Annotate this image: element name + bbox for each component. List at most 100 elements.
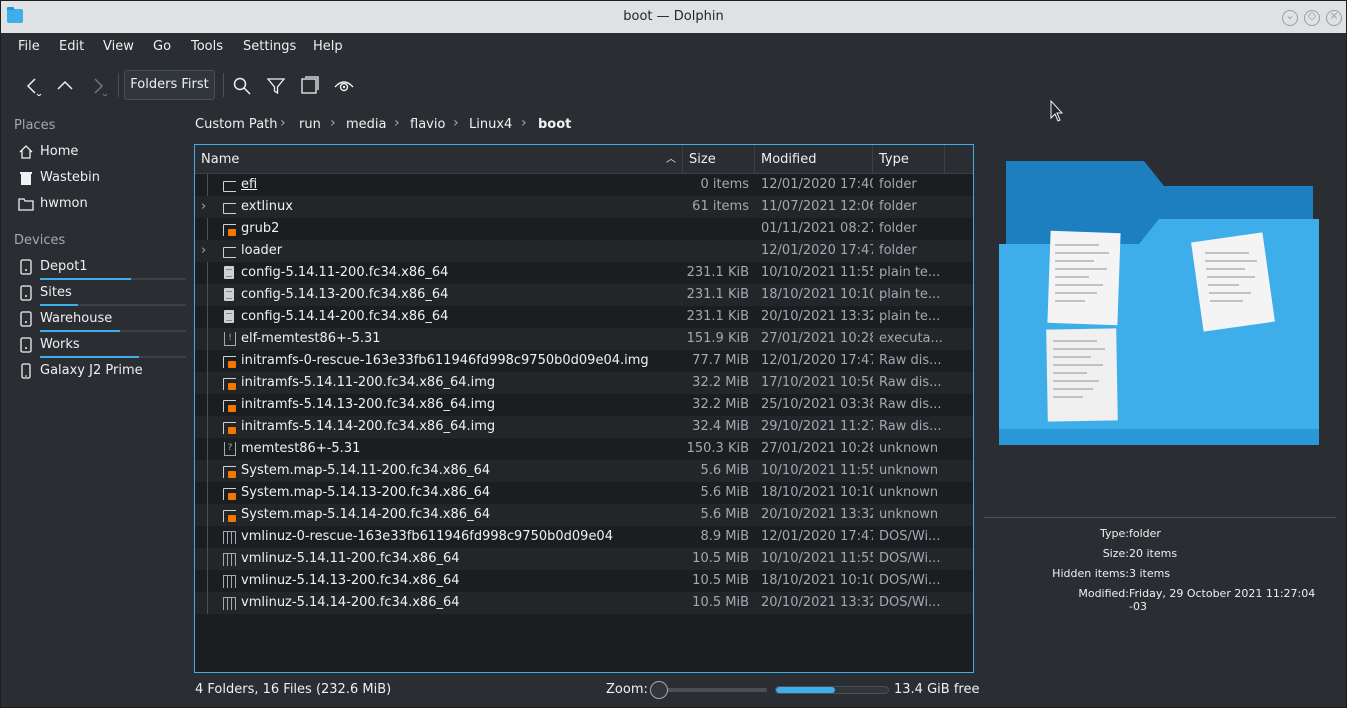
- up-button[interactable]: [54, 75, 76, 97]
- crumb-boot[interactable]: boot: [538, 117, 571, 132]
- close-icon: ×: [1329, 9, 1339, 22]
- file-row[interactable]: config-5.14.13-200.fc34.x86_64 231.1 KiB 1…: [195, 284, 973, 306]
- file-modified: 12/01/2020 17:47: [761, 353, 873, 368]
- file-size: 61 items: [692, 199, 749, 214]
- file-row[interactable]: memtest86+-5.31 150.3 KiB 27/01/2021 10:28…: [195, 438, 973, 460]
- file-row[interactable]: grub2 01/11/2021 08:27 folder: [195, 218, 973, 240]
- maximize-button[interactable]: ◇: [1304, 9, 1320, 26]
- minimize-button[interactable]: ⌄: [1282, 9, 1298, 26]
- crumb-linux4[interactable]: Linux4: [469, 117, 512, 132]
- close-button[interactable]: ×: [1326, 9, 1342, 26]
- file-name: extlinux: [241, 199, 293, 214]
- capacity-bar: [40, 356, 139, 358]
- place-home[interactable]: Home: [11, 141, 186, 165]
- file-row[interactable]: System.map-5.14.11-200.fc34.x86_64 5.6 Mi…: [195, 460, 973, 482]
- file-name: config-5.14.11-200.fc34.x86_64: [241, 265, 449, 280]
- device-sites[interactable]: Sites: [11, 282, 186, 306]
- tree-line: [207, 328, 208, 350]
- place-hwmon[interactable]: hwmon: [11, 193, 186, 217]
- file-row[interactable]: System.map-5.14.13-200.fc34.x86_64 5.6 Mi…: [195, 482, 973, 504]
- file-row[interactable]: initramfs-5.14.11-200.fc34.x86_64.img 32.…: [195, 372, 973, 394]
- expand-chevron-icon[interactable]: ›: [201, 199, 213, 214]
- file-row[interactable]: vmlinuz-5.14.13-200.fc34.x86_64 10.5 MiB 1…: [195, 570, 973, 592]
- file-type: executa...: [879, 331, 943, 346]
- menu-edit[interactable]: Edit: [59, 39, 84, 54]
- file-size: 150.3 KiB: [686, 441, 749, 456]
- filter-button[interactable]: [265, 75, 287, 97]
- device-label: Depot1: [40, 259, 88, 274]
- file-modified: 20/10/2021 13:32: [761, 507, 873, 522]
- forward-button[interactable]: [87, 75, 109, 97]
- menu-help[interactable]: Help: [313, 39, 343, 54]
- file-row[interactable]: initramfs-5.14.13-200.fc34.x86_64.img 32.…: [195, 394, 973, 416]
- chevron-right-icon: ›: [453, 115, 459, 131]
- menu-tools[interactable]: Tools: [191, 39, 223, 54]
- file-type: plain te...: [879, 309, 941, 324]
- column-size-header[interactable]: Size: [683, 145, 755, 174]
- file-row[interactable]: initramfs-5.14.14-200.fc34.x86_64.img 32.…: [195, 416, 973, 438]
- device-galaxy-j2-prime[interactable]: Galaxy J2 Prime: [11, 360, 186, 384]
- tree-line: [207, 548, 208, 570]
- file-type: DOS/Wi...: [879, 551, 941, 566]
- file-modified: 20/10/2021 13:32: [761, 309, 873, 324]
- window-title: boot — Dolphin: [623, 9, 724, 24]
- dolphin-window: boot — Dolphin ⌄ ◇ × File Edit View Go T…: [0, 0, 1347, 708]
- file-row[interactable]: System.map-5.14.14-200.fc34.x86_64 5.6 Mi…: [195, 504, 973, 526]
- info-modified-value: Friday, 29 October 2021 11:27:04 -03: [1129, 587, 1316, 613]
- file-size: 5.6 MiB: [700, 463, 749, 478]
- locked-file-icon: [222, 222, 236, 236]
- file-row[interactable]: initramfs-0-rescue-163e33fb611946fd998c9…: [195, 350, 973, 372]
- file-size: 231.1 KiB: [686, 265, 749, 280]
- title-bar[interactable]: boot — Dolphin ⌄ ◇ ×: [1, 1, 1346, 33]
- device-depot1[interactable]: Depot1: [11, 256, 186, 280]
- file-row[interactable]: vmlinuz-5.14.11-200.fc34.x86_64 10.5 MiB 1…: [195, 548, 973, 570]
- file-row[interactable]: vmlinuz-0-rescue-163e33fb611946fd998c975…: [195, 526, 973, 548]
- file-row[interactable]: efi 0 items 12/01/2020 17:40 folder: [195, 174, 973, 196]
- file-name: vmlinuz-0-rescue-163e33fb611946fd998c975…: [241, 529, 613, 544]
- toolbar-separator: [223, 73, 224, 97]
- eye-icon: [334, 81, 354, 92]
- menu-settings[interactable]: Settings: [243, 39, 296, 54]
- device-warehouse[interactable]: Warehouse: [11, 308, 186, 332]
- free-space-bar[interactable]: [775, 686, 889, 694]
- file-modified: 25/10/2021 03:38: [761, 397, 873, 412]
- crumb-custom-path[interactable]: Custom Path: [195, 117, 278, 132]
- column-name-header[interactable]: Name ︿: [195, 145, 683, 174]
- folder-icon: [222, 178, 236, 192]
- file-row[interactable]: config-5.14.14-200.fc34.x86_64 231.1 KiB 2…: [195, 306, 973, 328]
- home-icon: [19, 145, 33, 159]
- menu-view[interactable]: View: [103, 39, 134, 54]
- menu-file[interactable]: File: [18, 39, 40, 54]
- file-row[interactable]: vmlinuz-5.14.14-200.fc34.x86_64 10.5 MiB 2…: [195, 592, 973, 614]
- file-row[interactable]: › loader 12/01/2020 17:47 folder: [195, 240, 973, 262]
- info-modified-key: Modified:: [1078, 587, 1129, 600]
- place-wastebin[interactable]: Wastebin: [11, 167, 186, 191]
- free-space-fill: [776, 687, 836, 693]
- folders-first-button[interactable]: Folders First: [124, 70, 215, 100]
- drive-icon: [20, 311, 32, 327]
- file-type: folder: [879, 221, 917, 236]
- file-type: DOS/Wi...: [879, 573, 941, 588]
- crumb-flavio[interactable]: flavio: [410, 117, 445, 132]
- split-view-button[interactable]: [299, 75, 321, 97]
- locked-file-icon: [222, 420, 236, 434]
- file-row[interactable]: › extlinux 61 items 11/07/2021 12:06 folder: [195, 196, 973, 218]
- file-type: unknown: [879, 507, 939, 522]
- file-row[interactable]: config-5.14.11-200.fc34.x86_64 231.1 KiB 1…: [195, 262, 973, 284]
- back-button[interactable]: [21, 75, 43, 97]
- tree-line: [207, 504, 208, 526]
- column-modified-header[interactable]: Modified: [755, 145, 873, 174]
- crumb-media[interactable]: media: [346, 117, 387, 132]
- expand-chevron-icon[interactable]: ›: [201, 243, 213, 258]
- file-row[interactable]: elf-memtest86+-5.31 151.9 KiB 27/01/2021 1…: [195, 328, 973, 350]
- file-name: System.map-5.14.13-200.fc34.x86_64: [241, 485, 491, 500]
- crumb-run[interactable]: run: [299, 117, 321, 132]
- preview-button[interactable]: [333, 75, 355, 97]
- device-works[interactable]: Works: [11, 334, 186, 358]
- zoom-slider-handle[interactable]: [650, 681, 668, 699]
- menu-go[interactable]: Go: [153, 39, 171, 54]
- file-list-view[interactable]: Name ︿ Size Modified Type efi 0 items 12/0…: [194, 144, 974, 673]
- zoom-slider[interactable]: [653, 688, 767, 692]
- column-type-header[interactable]: Type: [873, 145, 945, 174]
- search-button[interactable]: [231, 75, 253, 97]
